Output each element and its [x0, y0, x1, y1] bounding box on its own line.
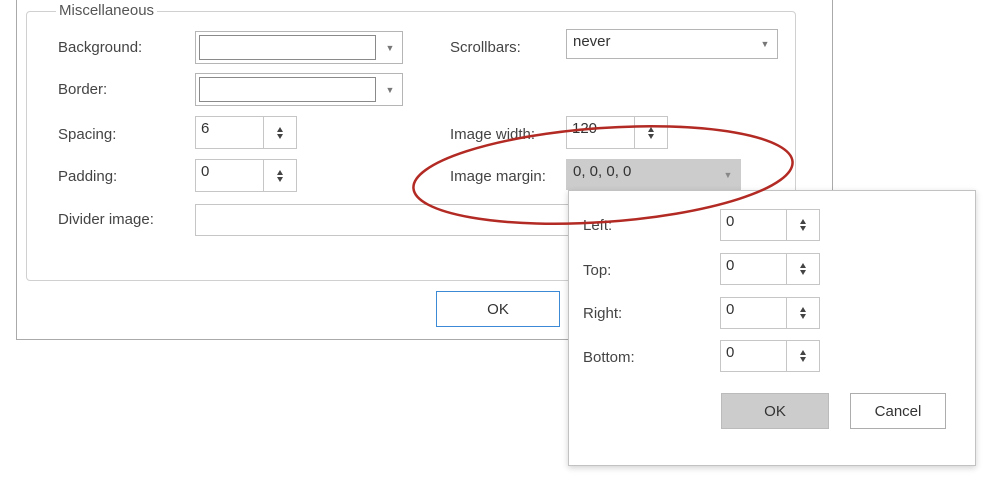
image-margin-label: Image margin:	[450, 168, 546, 185]
increment-icon[interactable]	[648, 126, 654, 132]
spacing-spinner[interactable]: 6	[195, 116, 297, 149]
margin-bottom-spinner[interactable]: 0	[720, 340, 820, 372]
padding-value[interactable]: 0	[201, 163, 209, 181]
decrement-icon[interactable]	[648, 133, 654, 139]
group-title: Miscellaneous	[56, 2, 158, 20]
decrement-icon[interactable]	[277, 133, 283, 139]
spacing-value[interactable]: 6	[201, 120, 209, 138]
increment-icon[interactable]	[277, 126, 283, 132]
decrement-icon[interactable]	[800, 270, 806, 275]
ok-button[interactable]: OK	[436, 291, 560, 327]
spinner-arrows-icon[interactable]	[263, 160, 296, 191]
border-color-swatch	[199, 77, 376, 102]
margin-top-spinner[interactable]: 0	[720, 253, 820, 285]
increment-icon[interactable]	[277, 169, 283, 175]
padding-spinner[interactable]: 0	[195, 159, 297, 192]
increment-icon[interactable]	[800, 350, 806, 355]
spinner-arrows-icon[interactable]	[786, 210, 819, 240]
divider-image-label: Divider image:	[58, 211, 154, 228]
image-margin-popup: Left: 0 Top: 0 Right: 0 Bottom: 0 OK Can…	[568, 190, 976, 466]
increment-icon[interactable]	[800, 307, 806, 312]
scrollbars-label: Scrollbars:	[450, 39, 521, 56]
image-width-spinner[interactable]: 120	[566, 116, 668, 149]
background-color-swatch	[199, 35, 376, 60]
spinner-arrows-icon[interactable]	[263, 117, 296, 148]
spinner-arrows-icon[interactable]	[786, 298, 819, 328]
chevron-down-icon[interactable]: ▼	[753, 30, 777, 58]
margin-right-value[interactable]: 0	[726, 301, 734, 319]
spinner-arrows-icon[interactable]	[634, 117, 667, 148]
border-color-picker[interactable]: ▼	[195, 73, 403, 106]
increment-icon[interactable]	[800, 219, 806, 224]
chevron-down-icon[interactable]: ▼	[378, 74, 402, 105]
image-width-value[interactable]: 120	[572, 120, 597, 138]
decrement-icon[interactable]	[277, 176, 283, 182]
margin-left-spinner[interactable]: 0	[720, 209, 820, 241]
spacing-label: Spacing:	[58, 126, 117, 143]
margin-top-value[interactable]: 0	[726, 257, 734, 275]
margin-left-value[interactable]: 0	[726, 213, 734, 231]
background-label: Background:	[58, 39, 143, 56]
decrement-icon[interactable]	[800, 314, 806, 319]
scrollbars-value: never	[573, 33, 611, 50]
spinner-arrows-icon[interactable]	[786, 341, 819, 371]
chevron-down-icon[interactable]: ▼	[716, 160, 740, 189]
margin-left-label: Left:	[583, 217, 613, 234]
decrement-icon[interactable]	[800, 226, 806, 231]
decrement-icon[interactable]	[800, 357, 806, 362]
border-label: Border:	[58, 81, 108, 98]
margin-bottom-value[interactable]: 0	[726, 344, 734, 362]
margin-bottom-label: Bottom:	[583, 349, 635, 366]
image-width-label: Image width:	[450, 126, 536, 143]
padding-label: Padding:	[58, 168, 118, 185]
scrollbars-dropdown[interactable]: never ▼	[566, 29, 778, 59]
margin-right-spinner[interactable]: 0	[720, 297, 820, 329]
chevron-down-icon[interactable]: ▼	[378, 32, 402, 63]
image-margin-dropdown[interactable]: 0, 0, 0, 0 ▼	[566, 159, 741, 190]
image-margin-value: 0, 0, 0, 0	[573, 163, 632, 180]
increment-icon[interactable]	[800, 263, 806, 268]
margin-top-label: Top:	[583, 262, 612, 279]
popup-cancel-button[interactable]: Cancel	[850, 393, 946, 429]
background-color-picker[interactable]: ▼	[195, 31, 403, 64]
spinner-arrows-icon[interactable]	[786, 254, 819, 284]
margin-right-label: Right:	[583, 305, 623, 322]
popup-ok-button[interactable]: OK	[721, 393, 829, 429]
